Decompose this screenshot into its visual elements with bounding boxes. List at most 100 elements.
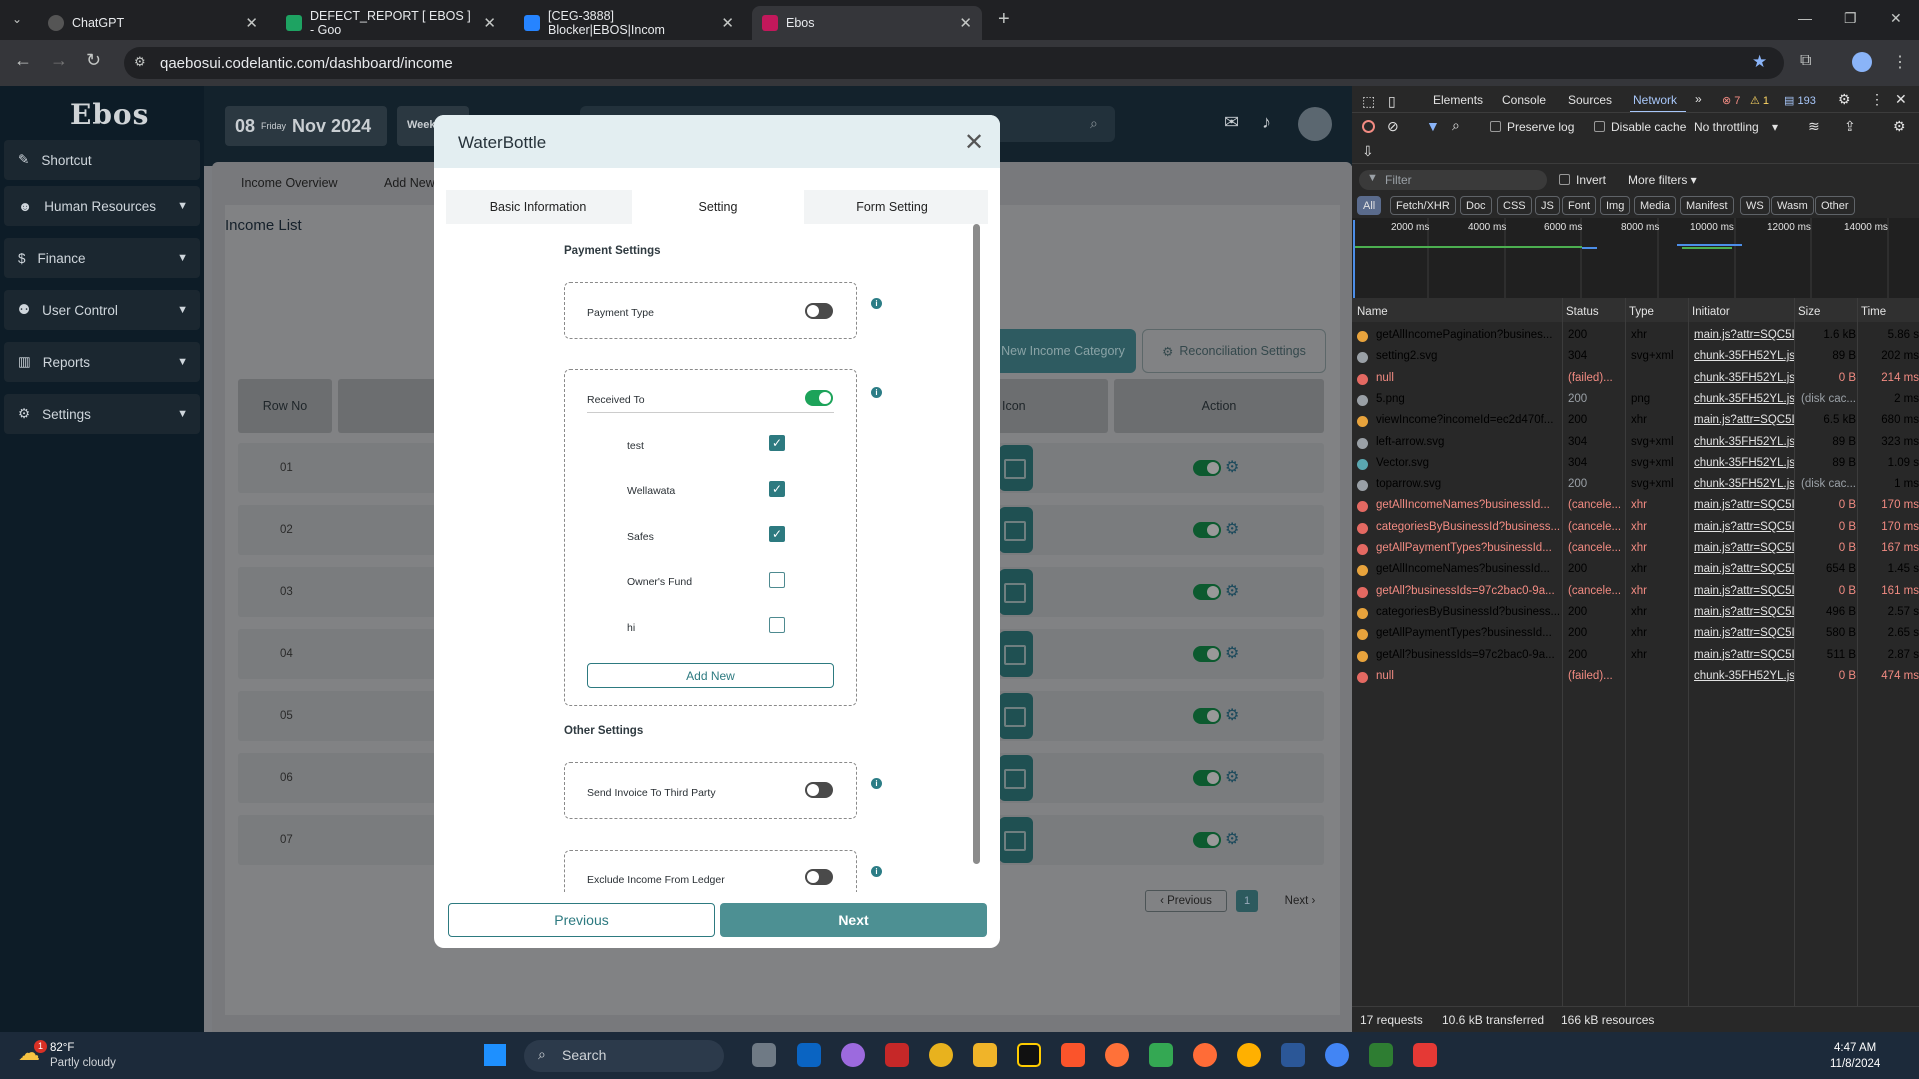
network-request-row[interactable]: 5.png 200 png chunk-35FH52YL.js (disk cac...…: [1354, 390, 1919, 411]
reload-icon[interactable]: ↻: [86, 50, 101, 71]
info-icon[interactable]: i: [871, 778, 882, 789]
network-request-row[interactable]: left-arrow.svg 304 svg+xml chunk-35FH52YL.j…: [1354, 433, 1919, 454]
tab-basic-information[interactable]: Basic Information: [446, 190, 630, 224]
pagination-previous-button[interactable]: ‹ Previous: [1145, 890, 1227, 912]
tab-defect-report[interactable]: DEFECT_REPORT [ EBOS ] - Goo ✕: [276, 6, 506, 40]
user-avatar[interactable]: [1298, 107, 1332, 141]
filter-font[interactable]: Font: [1562, 196, 1597, 215]
request-initiator[interactable]: chunk-35FH52YL.js: [1694, 350, 1794, 362]
gear-icon[interactable]: ⚙: [1225, 767, 1239, 787]
next-button[interactable]: Next: [720, 903, 987, 937]
devtools-menu-icon[interactable]: ⋮: [1870, 91, 1884, 108]
filter-css[interactable]: CSS: [1497, 196, 1532, 215]
extensions-icon[interactable]: ⧉: [1800, 52, 1811, 70]
postman-icon[interactable]: [1193, 1043, 1217, 1067]
sidebar-item-user-control[interactable]: ⚉ User Control ▼: [4, 290, 200, 330]
inspect-icon[interactable]: ⬚: [1362, 93, 1375, 110]
preserve-log-checkbox[interactable]: [1490, 121, 1501, 132]
request-initiator[interactable]: main.js?attr=SQC5I: [1694, 627, 1794, 639]
close-icon[interactable]: ✕: [964, 128, 984, 157]
network-request-row[interactable]: setting2.svg 304 svg+xml chunk-35FH52YL.js 8…: [1354, 347, 1919, 368]
filter-manifest[interactable]: Manifest: [1680, 196, 1734, 215]
network-request-row[interactable]: getAllPaymentTypes?businessId... (cancele…: [1354, 539, 1919, 560]
filter-ws[interactable]: WS: [1740, 196, 1770, 215]
filter-js[interactable]: JS: [1535, 196, 1560, 215]
request-initiator[interactable]: chunk-35FH52YL.js: [1694, 372, 1794, 384]
tab-add-new[interactable]: Add New: [384, 176, 435, 190]
row-active-toggle[interactable]: [1193, 460, 1221, 476]
payment-type-toggle[interactable]: [805, 303, 833, 319]
device-toolbar-icon[interactable]: ▯: [1388, 93, 1396, 110]
request-initiator[interactable]: chunk-35FH52YL.js: [1694, 478, 1794, 490]
filter-fetch-xhr[interactable]: Fetch/XHR: [1390, 196, 1456, 215]
disable-cache-checkbox[interactable]: [1594, 121, 1605, 132]
reconciliation-settings-button[interactable]: ⚙ Reconciliation Settings: [1142, 329, 1326, 373]
tab-form-setting[interactable]: Form Setting: [806, 190, 978, 224]
pagination-next-button[interactable]: Next ›: [1272, 890, 1328, 912]
tab-setting[interactable]: Setting: [632, 190, 804, 224]
network-request-row[interactable]: null (failed)... chunk-35FH52YL.js 0 B 474 m…: [1354, 667, 1919, 688]
gear-icon[interactable]: ⚙: [1225, 581, 1239, 601]
site-info-icon[interactable]: ⚙: [134, 54, 146, 70]
window-close-icon[interactable]: ✕: [1890, 10, 1902, 27]
filter-doc[interactable]: Doc: [1460, 196, 1492, 215]
scrollbar[interactable]: [973, 224, 980, 864]
file-explorer-icon[interactable]: [973, 1043, 997, 1067]
network-request-row[interactable]: categoriesByBusinessId?business... 200 xhr…: [1354, 603, 1919, 624]
network-request-row[interactable]: viewIncome?incomeId=ec2d470f... 200 xhr mai…: [1354, 411, 1919, 432]
url-field[interactable]: ⚙ qaebosui.codelantic.com/dashboard/inco…: [124, 47, 1784, 79]
restore-icon[interactable]: ❐: [1844, 10, 1857, 27]
received-to-toggle[interactable]: [805, 390, 833, 406]
taskbar-search[interactable]: ⌕ Search: [524, 1040, 724, 1072]
devtools-tab-sources[interactable]: Sources: [1568, 93, 1612, 107]
chrome-profile-icon[interactable]: [1325, 1043, 1349, 1067]
network-conditions-icon[interactable]: ≋: [1808, 118, 1820, 135]
filter-wasm[interactable]: Wasm: [1771, 196, 1814, 215]
gear-icon[interactable]: ⚙: [1838, 91, 1851, 108]
network-request-row[interactable]: categoriesByBusinessId?business... (cance…: [1354, 518, 1919, 539]
request-initiator[interactable]: chunk-35FH52YL.js: [1694, 670, 1794, 682]
option-checkbox[interactable]: ✓: [769, 481, 785, 497]
row-active-toggle[interactable]: [1193, 708, 1221, 724]
close-icon[interactable]: ✕: [1895, 91, 1907, 108]
pagination-page-1[interactable]: 1: [1236, 890, 1258, 912]
search-icon[interactable]: ⌕: [1452, 117, 1460, 134]
snipping-tool-icon[interactable]: [1413, 1043, 1437, 1067]
request-initiator[interactable]: main.js?attr=SQC5I: [1694, 329, 1794, 341]
request-initiator[interactable]: chunk-35FH52YL.js: [1694, 457, 1794, 469]
brave-icon[interactable]: [1061, 1043, 1085, 1067]
request-initiator[interactable]: main.js?attr=SQC5I: [1694, 649, 1794, 661]
sidebar-item-human-resources[interactable]: ☻ Human Resources ▼: [4, 186, 200, 226]
request-initiator[interactable]: main.js?attr=SQC5I: [1694, 414, 1794, 426]
option-checkbox[interactable]: ✓: [769, 526, 785, 542]
filter-input[interactable]: ▼ Filter: [1359, 170, 1547, 190]
info-icon[interactable]: i: [871, 387, 882, 398]
warning-count[interactable]: ⚠ 1: [1750, 94, 1769, 107]
column-time[interactable]: Time: [1861, 306, 1886, 318]
invert-checkbox[interactable]: [1559, 174, 1570, 185]
sidebar-item-settings[interactable]: ⚙ Settings ▼: [4, 394, 200, 434]
gear-icon[interactable]: ⚙: [1225, 457, 1239, 477]
request-initiator[interactable]: main.js?attr=SQC5I: [1694, 585, 1794, 597]
media-app-icon[interactable]: [885, 1043, 909, 1067]
vscode-icon[interactable]: [1281, 1043, 1305, 1067]
record-icon[interactable]: [1362, 120, 1375, 133]
column-status[interactable]: Status: [1566, 306, 1599, 318]
add-new-button[interactable]: Add New: [587, 663, 834, 688]
filter-other[interactable]: Other: [1815, 196, 1855, 215]
column-size[interactable]: Size: [1798, 306, 1820, 318]
more-filters-dropdown[interactable]: More filters ▾: [1628, 173, 1697, 187]
devtools-tab-network[interactable]: Network: [1633, 93, 1677, 107]
sidebar-item-reports[interactable]: ▥ Reports ▼: [4, 342, 200, 382]
minimize-icon[interactable]: —: [1798, 10, 1812, 26]
close-icon[interactable]: ✕: [959, 14, 972, 32]
request-initiator[interactable]: main.js?attr=SQC5I: [1694, 542, 1794, 554]
row-active-toggle[interactable]: [1193, 646, 1221, 662]
request-initiator[interactable]: main.js?attr=SQC5I: [1694, 499, 1794, 511]
forward-icon[interactable]: →: [50, 50, 68, 71]
close-icon[interactable]: ✕: [245, 14, 258, 32]
send-invoice-toggle[interactable]: [805, 782, 833, 798]
tab-income-overview[interactable]: Income Overview: [241, 176, 338, 190]
close-icon[interactable]: ✕: [483, 14, 496, 32]
tab-chatgpt[interactable]: ChatGPT ✕: [38, 6, 268, 40]
